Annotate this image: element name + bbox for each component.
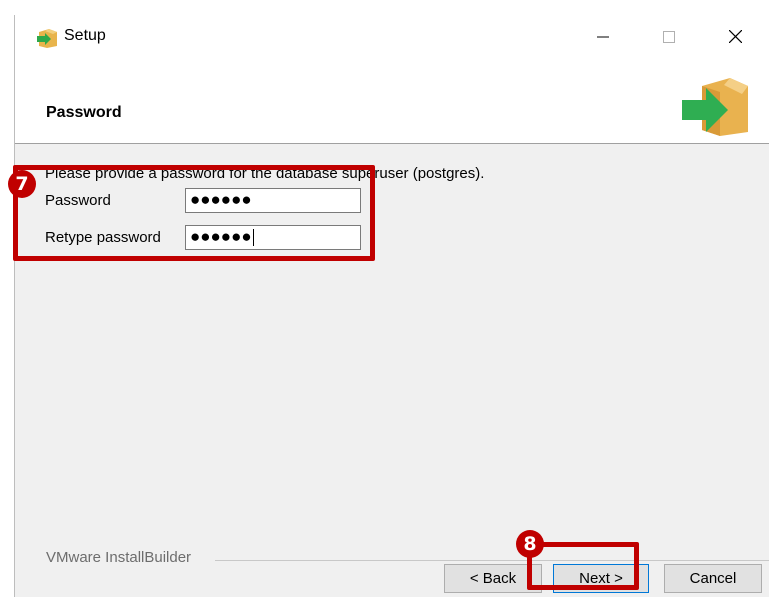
installer-box-arrow-icon: [682, 78, 748, 136]
footer-brand: VMware InstallBuilder: [46, 549, 192, 566]
footer-divider: [215, 560, 769, 561]
page-title: Password: [46, 104, 122, 121]
minimize-icon: [597, 36, 609, 37]
wizard-header: Password: [15, 58, 769, 144]
close-button[interactable]: [712, 15, 758, 58]
close-icon: [728, 30, 742, 43]
step-badge-7: 7: [8, 170, 36, 198]
password-fields-highlight: [13, 165, 375, 261]
title-bar: Setup: [15, 15, 769, 58]
app-icon: [37, 29, 57, 48]
maximize-button[interactable]: [646, 15, 692, 58]
setup-window: Setup Password Please provide a password…: [14, 15, 769, 597]
window-title: Setup: [64, 27, 106, 44]
cancel-button[interactable]: Cancel: [664, 564, 762, 593]
next-button-highlight: [527, 542, 639, 590]
maximize-icon: [663, 30, 675, 43]
minimize-button[interactable]: [580, 15, 626, 58]
step-badge-8: 8: [516, 530, 544, 558]
